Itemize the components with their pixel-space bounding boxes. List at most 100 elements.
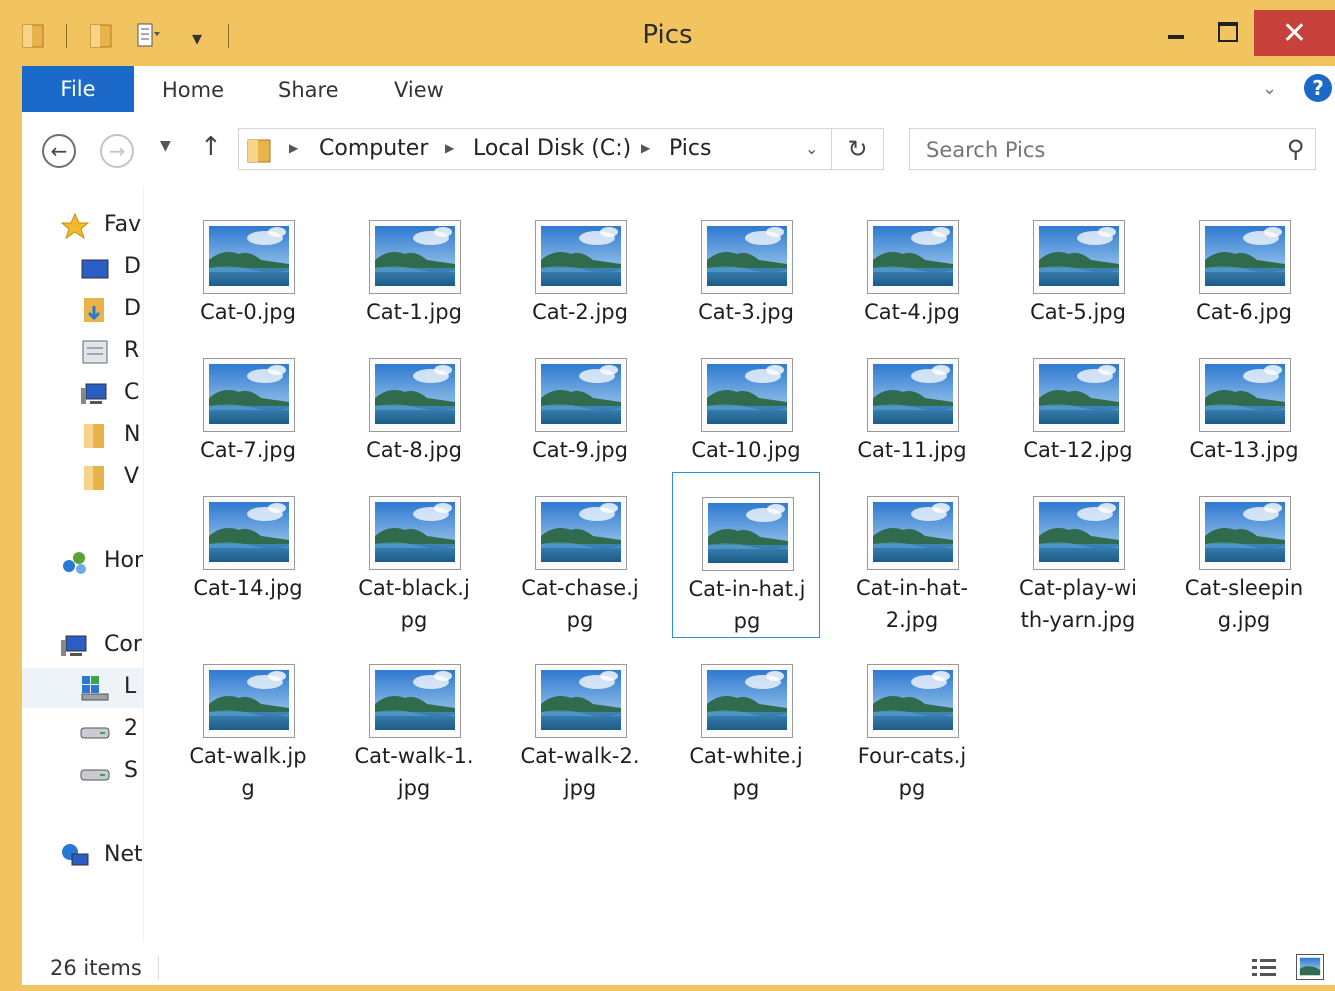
window-frame-bottom: [0, 985, 1335, 991]
file-item[interactable]: Cat-sleepin g.jpg: [1170, 496, 1318, 640]
breadcrumb-pics[interactable]: Pics: [669, 136, 711, 161]
chevron-down-icon[interactable]: ⌄: [805, 139, 818, 158]
file-name-line: th-yarn.jpg: [1020, 608, 1136, 632]
image-file-icon: [1033, 358, 1125, 432]
file-item[interactable]: Cat-0.jpg: [174, 220, 322, 364]
homegroup-icon: [63, 552, 86, 574]
file-name-line: pg: [733, 609, 761, 633]
nav-favorites[interactable]: Fav: [22, 206, 143, 246]
image-file-icon: [203, 358, 295, 432]
file-name: Cat-9.jpg: [506, 434, 654, 466]
image-file-icon: [1033, 496, 1125, 570]
file-item[interactable]: Cat-8.jpg: [340, 358, 488, 502]
breadcrumb-computer[interactable]: Computer: [319, 136, 428, 161]
nav-folder-v[interactable]: V: [22, 458, 143, 498]
file-item[interactable]: Four-cats.j pg: [838, 664, 986, 808]
file-name: Cat-10.jpg: [672, 434, 820, 466]
minimize-button[interactable]: [1150, 10, 1202, 54]
file-item[interactable]: Cat-9.jpg: [506, 358, 654, 502]
forward-button[interactable]: →: [100, 134, 134, 168]
nav-folder-n[interactable]: N: [22, 416, 143, 456]
computer-icon: [61, 635, 87, 656]
nav-recent[interactable]: R: [22, 332, 143, 372]
file-item[interactable]: Cat-in-hat- 2.jpg: [838, 496, 986, 640]
nav-computer[interactable]: Cor: [22, 626, 143, 666]
file-item[interactable]: Cat-7.jpg: [174, 358, 322, 502]
title-bar: ▾ Pics ✕: [0, 0, 1335, 66]
file-item[interactable]: Cat-5.jpg: [1004, 220, 1152, 364]
nav-drive-s[interactable]: S: [22, 752, 143, 792]
tab-home[interactable]: Home: [162, 78, 224, 102]
file-name-line: g.jpg: [1217, 608, 1271, 632]
search-input[interactable]: [910, 129, 1288, 171]
file-item[interactable]: Cat-walk.jp g: [174, 664, 322, 808]
file-name: Cat-11.jpg: [838, 434, 986, 466]
file-item[interactable]: Cat-walk-2. jpg: [506, 664, 654, 808]
refresh-button[interactable]: ↻: [832, 128, 884, 170]
file-name: Cat-5.jpg: [1004, 296, 1152, 328]
nav-computer-shortcut[interactable]: C: [22, 374, 143, 414]
file-item[interactable]: Cat-13.jpg: [1170, 358, 1318, 502]
image-file-icon: [1199, 496, 1291, 570]
file-item[interactable]: Cat-1.jpg: [340, 220, 488, 364]
file-item[interactable]: Cat-11.jpg: [838, 358, 986, 502]
drive-icon: [80, 769, 110, 781]
large-icons-view-icon[interactable]: [1296, 954, 1324, 980]
chevron-right-icon[interactable]: ▶: [289, 141, 298, 155]
file-name: Cat-12.jpg: [1004, 434, 1152, 466]
file-item[interactable]: Cat-in-hat.j pg: [672, 472, 820, 638]
nav-drive-2[interactable]: 2: [22, 710, 143, 750]
address-bar[interactable]: ▶ Computer ▶ Local Disk (C:) ▶ Pics ⌄: [238, 128, 832, 170]
file-name: Cat-8.jpg: [340, 434, 488, 466]
recent-locations-chevron-icon[interactable]: ▼: [160, 138, 171, 154]
image-file-icon: [369, 358, 461, 432]
file-item[interactable]: Cat-walk-1. jpg: [340, 664, 488, 808]
file-item[interactable]: Cat-play-wi th-yarn.jpg: [1004, 496, 1152, 640]
nav-network[interactable]: Net: [22, 836, 143, 876]
file-item[interactable]: Cat-6.jpg: [1170, 220, 1318, 364]
file-item[interactable]: Cat-14.jpg: [174, 496, 322, 640]
file-name-line: Cat-4.jpg: [864, 300, 960, 324]
file-item[interactable]: Cat-2.jpg: [506, 220, 654, 364]
details-view-icon[interactable]: [1250, 956, 1278, 980]
help-icon[interactable]: ?: [1304, 74, 1332, 102]
file-item[interactable]: Cat-3.jpg: [672, 220, 820, 364]
maximize-button[interactable]: [1202, 10, 1254, 54]
expand-ribbon-chevron-icon[interactable]: ⌄: [1262, 78, 1277, 99]
chevron-right-icon[interactable]: ▶: [445, 141, 454, 155]
nav-downloads[interactable]: D: [22, 290, 143, 330]
file-name: Cat-3.jpg: [672, 296, 820, 328]
tab-share[interactable]: Share: [278, 78, 339, 102]
tab-file[interactable]: File: [22, 66, 134, 112]
back-button[interactable]: ←: [42, 134, 76, 168]
file-name-line: 2.jpg: [885, 608, 939, 632]
search-box[interactable]: ⚲: [909, 128, 1316, 171]
file-item[interactable]: Cat-white.j pg: [672, 664, 820, 808]
close-button[interactable]: ✕: [1254, 10, 1335, 56]
file-name-line: Four-cats.j: [857, 744, 967, 768]
file-name-line: Cat-black.j: [358, 576, 470, 600]
file-item[interactable]: Cat-12.jpg: [1004, 358, 1152, 502]
nav-label: D: [124, 296, 141, 321]
file-name-line: jpg: [563, 776, 597, 800]
image-file-icon: [203, 220, 295, 294]
nav-desktop[interactable]: D: [22, 248, 143, 288]
downloads-folder-icon: [84, 298, 104, 322]
file-item[interactable]: Cat-black.j pg: [340, 496, 488, 640]
file-name-line: g: [241, 776, 255, 800]
file-name-line: jpg: [397, 776, 431, 800]
nav-homegroup[interactable]: Hor: [22, 542, 143, 582]
file-item[interactable]: Cat-4.jpg: [838, 220, 986, 364]
window-title: Pics: [642, 20, 693, 50]
nav-label: Hor: [104, 548, 144, 573]
file-name-line: Cat-2.jpg: [532, 300, 628, 324]
up-arrow-icon[interactable]: ↑: [200, 132, 222, 162]
chevron-right-icon[interactable]: ▶: [641, 141, 650, 155]
item-count: 26 items: [50, 956, 142, 980]
tab-view[interactable]: View: [394, 78, 444, 102]
breadcrumb-local-disk[interactable]: Local Disk (C:): [473, 136, 631, 161]
image-file-icon: [369, 664, 461, 738]
nav-local-disk[interactable]: L: [22, 668, 143, 708]
search-icon[interactable]: ⚲: [1287, 135, 1305, 163]
file-item[interactable]: Cat-chase.j pg: [506, 496, 654, 640]
